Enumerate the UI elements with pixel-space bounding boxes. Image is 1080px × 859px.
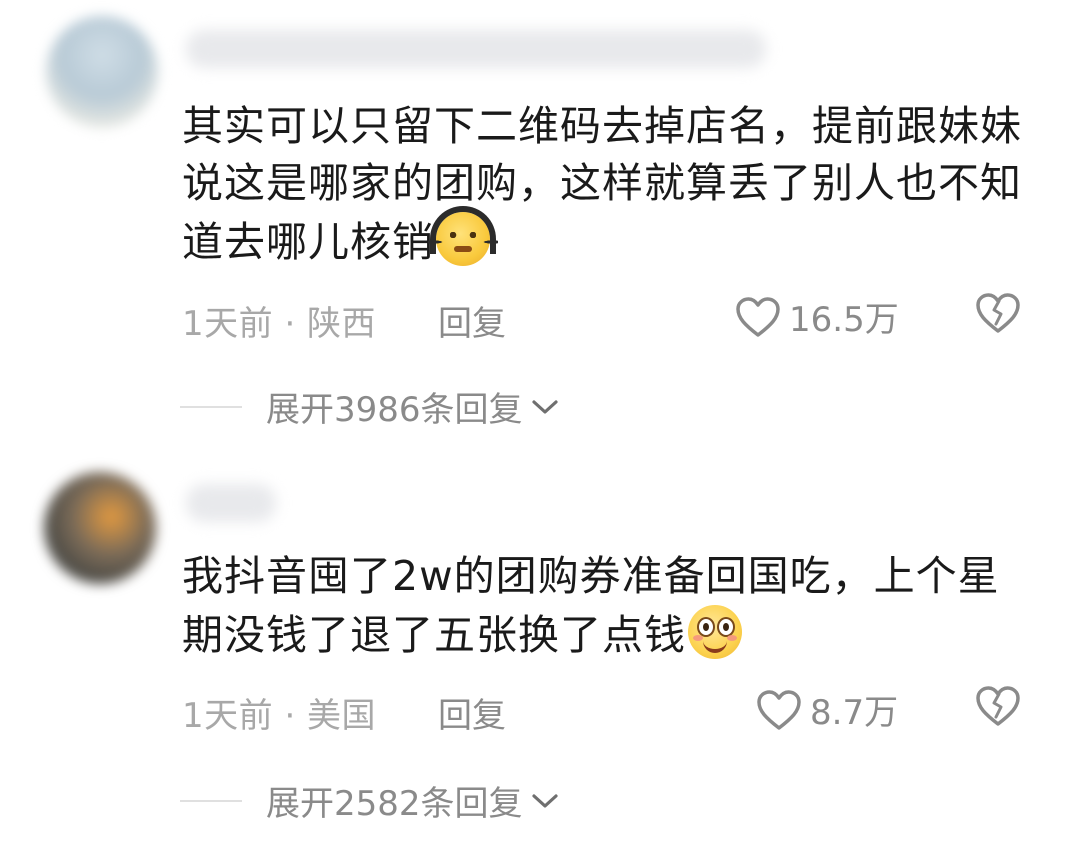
- expand-replies-label: 展开3986条回复: [266, 390, 523, 430]
- comment-time-location: 1天前 · 美国: [182, 696, 377, 736]
- expand-replies-label: 展开2582条回复: [266, 784, 523, 824]
- comment-text: 其实可以只留下二维码去掉店名，提前跟妹妹说这是哪家的团购，这样就算丢了别人也不知…: [182, 98, 1022, 271]
- comment-time-location: 1天前 · 陕西: [182, 304, 377, 344]
- divider-line: [180, 405, 242, 408]
- comment-text-content: 我抖音囤了2w的团购券准备回国吃，上个星期没钱了退了五张换了点钱: [182, 552, 1000, 659]
- comment-text: 我抖音囤了2w的团购券准备回国吃，上个星期没钱了退了五张换了点钱: [182, 548, 1022, 664]
- comment-text-content: 其实可以只留下二维码去掉店名，提前跟妹妹说这是哪家的团购，这样就算丢了别人也不知…: [182, 102, 1022, 266]
- expand-replies-button[interactable]: 展开3986条回复: [180, 382, 559, 431]
- broken-heart-icon: [976, 686, 1020, 726]
- heart-outline-icon: [757, 689, 801, 730]
- smiling-face-emoji-icon: [688, 605, 742, 659]
- chevron-down-icon: [531, 399, 558, 414]
- dislike-button[interactable]: [975, 292, 1021, 338]
- like-count: 16.5万: [789, 300, 899, 340]
- divider-line: [180, 799, 242, 802]
- headphones-face-emoji-icon: [428, 206, 498, 266]
- avatar[interactable]: [46, 16, 158, 128]
- heart-outline-icon: [736, 296, 780, 337]
- expand-replies-button[interactable]: 展开2582条回复: [180, 776, 559, 825]
- like-button[interactable]: 16.5万: [735, 292, 899, 341]
- like-count: 8.7万: [810, 693, 899, 733]
- username-blurred[interactable]: [186, 30, 766, 68]
- chevron-down-icon: [531, 793, 558, 808]
- username-blurred[interactable]: [186, 484, 276, 522]
- reply-button[interactable]: 回复: [438, 688, 506, 737]
- broken-heart-icon: [976, 293, 1020, 333]
- dislike-button[interactable]: [975, 685, 1021, 731]
- reply-button[interactable]: 回复: [438, 296, 506, 345]
- like-button[interactable]: 8.7万: [756, 685, 898, 734]
- avatar[interactable]: [44, 472, 156, 584]
